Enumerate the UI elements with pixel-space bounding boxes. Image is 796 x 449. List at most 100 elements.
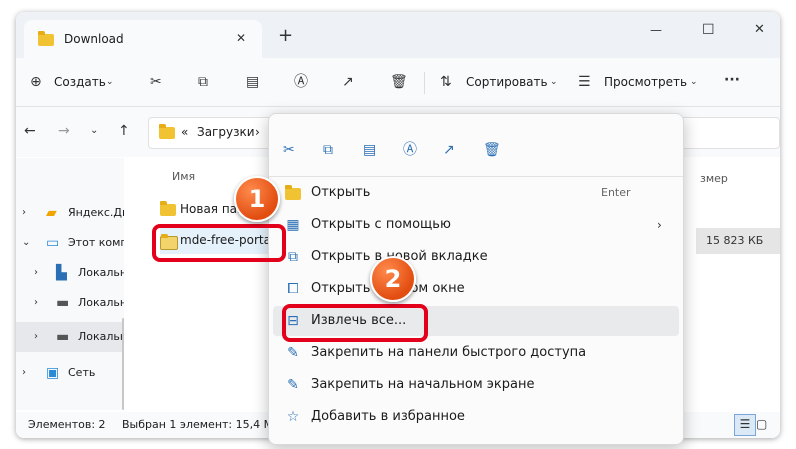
recent-chevron-icon[interactable]: ⌄ <box>90 121 98 141</box>
status-selected: Выбран 1 элемент: 15,4 МБ <box>122 418 281 431</box>
menu-item-label: Добавить в избранное <box>311 409 465 424</box>
cut-icon[interactable]: ✂ <box>150 72 162 92</box>
context-menu: ✂ ⧉ ▤ Ⓐ ↗ 🗑 Открыть Enter ▦ Открыть с по… <box>268 113 684 445</box>
open-with-icon: ▦ <box>286 217 300 233</box>
chevron-right-icon: › <box>34 331 38 342</box>
highlight-extract <box>282 304 428 342</box>
star-icon: ☆ <box>286 409 300 425</box>
command-bar: ⊕ Создать ⌄ ✂ ⧉ ▤ Ⓐ ↗ 🗑 ⇅ Сортировать ⌄ … <box>16 58 780 107</box>
paste-icon[interactable]: ▤ <box>363 140 376 160</box>
new-tab-button[interactable]: + <box>278 26 293 46</box>
rename-icon[interactable]: Ⓐ <box>294 72 308 92</box>
tab-download[interactable]: Download ✕ <box>24 20 262 58</box>
more-button[interactable]: ··· <box>724 70 740 90</box>
breadcrumb-downloads[interactable]: Загрузки <box>197 125 255 139</box>
nav-item-local-disk[interactable]: › ▙ Локальн <box>16 262 128 284</box>
rename-icon[interactable]: Ⓐ <box>403 140 417 160</box>
share-icon[interactable]: ↗ <box>342 72 354 92</box>
column-header-size[interactable]: змер <box>700 172 728 185</box>
menu-item-label: Открыть с помощью <box>311 217 451 232</box>
file-size-cell: 15 823 КБ <box>696 228 780 254</box>
tab-title: Download <box>64 32 124 46</box>
nav-item-this-pc[interactable]: ⌄ ▭ Этот комп <box>16 232 128 254</box>
chevron-down-icon: ⌄ <box>106 77 114 87</box>
create-label: Создать <box>54 75 106 89</box>
chevron-down-icon: ⌄ <box>690 77 698 87</box>
delete-icon[interactable]: 🗑 <box>483 140 501 160</box>
windows-drive-icon: ▙ <box>56 265 67 281</box>
maximize-button[interactable]: ☐ <box>702 20 715 40</box>
view-button[interactable]: ☰ Просмотреть ⌄ <box>578 72 708 94</box>
computer-icon: ▭ <box>46 235 60 251</box>
nav-item-yandex-disk[interactable]: › ▰ Яндекс.Ди <box>16 202 129 224</box>
details-view-icon[interactable]: ☰ <box>734 414 756 436</box>
view-icon: ☰ <box>578 74 591 90</box>
chevron-right-icon: › <box>657 218 662 232</box>
sort-icon: ⇅ <box>440 74 452 90</box>
column-header-name[interactable]: Имя <box>172 170 195 183</box>
delete-icon[interactable]: 🗑 <box>390 72 408 92</box>
file-size: 15 823 КБ <box>706 234 764 247</box>
menu-item-open-with[interactable]: ▦ Открыть с помощью › <box>273 210 679 240</box>
cut-icon[interactable]: ✂ <box>283 140 295 160</box>
minimize-button[interactable]: — <box>650 20 662 40</box>
up-icon[interactable]: ↑ <box>118 121 130 141</box>
chevron-right-icon: › <box>34 267 38 278</box>
nav-label: Локальн <box>78 266 128 279</box>
new-tab-icon: ⧉ <box>288 249 298 265</box>
nav-item-network[interactable]: › ▣ Сеть <box>16 362 124 384</box>
menu-item-open-new-window[interactable]: ⧠ Открыть в новом окне <box>273 274 679 304</box>
new-window-icon: ⧠ <box>287 281 299 297</box>
nav-label: Сеть <box>68 366 96 379</box>
nav-label: Локальн <box>78 296 128 309</box>
menu-item-label: Закрепить на начальном экране <box>311 377 535 392</box>
paste-icon[interactable]: ▤ <box>246 72 259 92</box>
copy-icon[interactable]: ⧉ <box>198 72 208 92</box>
forward-icon[interactable]: → <box>58 121 70 141</box>
folder-icon <box>38 31 54 46</box>
share-icon[interactable]: ↗ <box>443 140 455 160</box>
plus-circle-icon: ⊕ <box>30 74 42 90</box>
menu-item-label: Закрепить на панели быстрого доступа <box>311 345 587 360</box>
sort-label: Сортировать <box>466 75 548 89</box>
chevron-down-icon: ⌄ <box>550 77 558 87</box>
menu-item-open[interactable]: Открыть Enter <box>273 178 679 208</box>
menu-item-pin-quick-access[interactable]: ✎ Закрепить на панели быстрого доступа <box>273 338 679 368</box>
navigation-pane: › ▰ Яндекс.Ди ⌄ ▭ Этот комп › ▙ Локальн … <box>16 158 129 410</box>
chevron-right-icon: › <box>34 297 38 308</box>
chevron-right-icon: › <box>22 367 26 378</box>
drive-icon: ▬ <box>56 295 70 311</box>
menu-item-label: Открыть <box>311 185 371 200</box>
step-badge-1: 1 <box>234 176 280 222</box>
status-items: Элементов: 2 <box>28 418 106 431</box>
nav-label: Локальн <box>78 330 128 343</box>
menu-item-open-new-tab[interactable]: ⧉ Открыть в новой вкладке <box>273 242 679 272</box>
close-button[interactable]: ✕ <box>754 20 765 40</box>
nav-item-local-disk[interactable]: › ▬ Локальн <box>16 292 128 314</box>
highlight-file <box>152 224 286 262</box>
pin-icon: ✎ <box>287 345 299 361</box>
folder-icon <box>160 201 176 216</box>
address-prefix: « <box>181 125 189 139</box>
folder-icon <box>285 185 301 200</box>
nav-label: Яндекс.Ди <box>68 206 130 219</box>
tiles-view-icon[interactable]: ▢ <box>756 414 767 434</box>
menu-divider <box>269 176 683 177</box>
pin-icon: ✎ <box>287 377 299 393</box>
back-icon[interactable]: ← <box>24 121 36 141</box>
network-icon: ▣ <box>46 365 60 381</box>
nav-item-local-disk-selected[interactable]: › ▬ Локальн <box>16 322 128 352</box>
chevron-right-icon: › <box>22 207 26 218</box>
copy-icon[interactable]: ⧉ <box>323 140 333 160</box>
menu-item-add-favorites[interactable]: ☆ Добавить в избранное <box>273 402 679 432</box>
tab-close-icon[interactable]: ✕ <box>236 28 246 48</box>
view-label: Просмотреть <box>604 75 688 89</box>
cloud-folder-icon: ▰ <box>46 205 57 221</box>
create-button[interactable]: ⊕ Создать ⌄ <box>30 72 126 94</box>
menu-item-pin-start[interactable]: ✎ Закрепить на начальном экране <box>273 370 679 400</box>
step-badge-2: 2 <box>370 256 416 302</box>
chevron-down-icon: ⌄ <box>22 237 31 248</box>
drive-icon: ▬ <box>56 329 70 345</box>
sort-button[interactable]: ⇅ Сортировать ⌄ <box>440 72 570 94</box>
shortcut-label: Enter <box>601 186 631 199</box>
